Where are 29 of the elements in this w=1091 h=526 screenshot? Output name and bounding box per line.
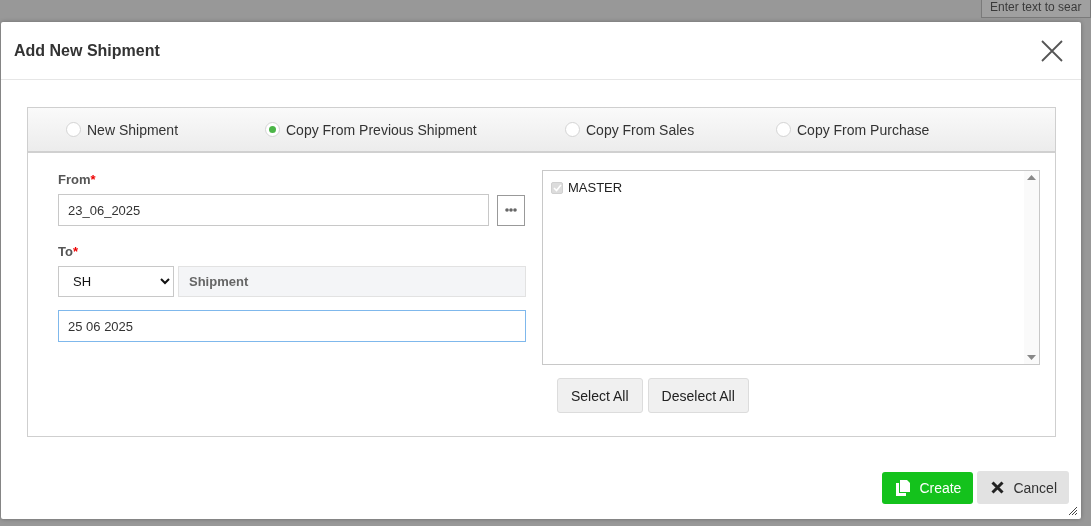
field-label: To (58, 243, 73, 259)
required-mark: * (90, 171, 96, 187)
field-label: From (58, 171, 91, 187)
radio-option[interactable]: Copy From Purchase (776, 121, 930, 138)
radio-button[interactable] (776, 122, 791, 137)
close-icon (991, 481, 1005, 494)
copy-icon (896, 480, 911, 496)
cancel-button[interactable]: Cancel (977, 471, 1069, 504)
scroll-down-arrow-icon[interactable] (1027, 355, 1036, 360)
prefix-dropdown[interactable]: SH (58, 266, 174, 297)
required-mark: * (72, 243, 78, 259)
radio-button[interactable] (66, 122, 81, 137)
close-icon[interactable] (1041, 39, 1063, 62)
scroll-up-arrow-icon[interactable] (1027, 175, 1036, 180)
input-field[interactable]: 25 06 2025 (58, 310, 526, 342)
input-field[interactable]: 23_06_2025 (58, 194, 489, 226)
list-action-button[interactable]: Deselect All (647, 378, 749, 413)
radio-button[interactable] (565, 122, 580, 137)
dialog-title: Add New Shipment (14, 41, 160, 60)
resize-grip-icon[interactable] (1069, 507, 1077, 515)
more-button[interactable] (497, 194, 525, 226)
list-action-button[interactable]: Select All (557, 378, 643, 413)
radio-button[interactable] (265, 122, 280, 137)
radio-option[interactable]: Copy From Previous Shipment (265, 121, 565, 138)
more-icon (505, 208, 517, 212)
type-field: Shipment (178, 266, 526, 297)
radio-option[interactable]: Copy From Sales (565, 121, 776, 138)
radio-option[interactable]: New Shipment (66, 121, 265, 138)
search-field[interactable]: Enter text to sear (981, 0, 1091, 18)
